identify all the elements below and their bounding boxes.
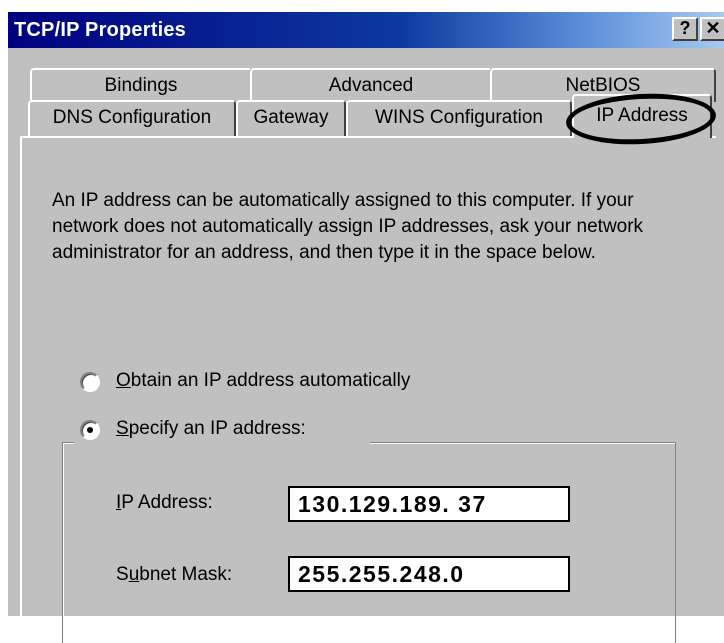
obtain-ip-label[interactable]: Obtain an IP address automatically bbox=[116, 370, 410, 392]
obtain-mnemonic: O bbox=[116, 370, 131, 391]
specify-ip-radio[interactable] bbox=[80, 420, 100, 440]
tab-bindings[interactable]: Bindings bbox=[30, 68, 252, 102]
specify-label-text: pecify an IP address: bbox=[128, 418, 306, 439]
specify-ip-groupbox bbox=[62, 442, 676, 643]
specify-ip-label[interactable]: Specify an IP address: bbox=[116, 418, 306, 440]
tab-ip-address[interactable]: IP Address bbox=[572, 94, 712, 138]
subnet-label-text: bnet Mask: bbox=[139, 564, 233, 585]
subnet-mnemonic: u bbox=[128, 564, 140, 585]
tab-dns-configuration[interactable]: DNS Configuration bbox=[28, 100, 236, 136]
radio-selected-dot bbox=[87, 427, 93, 433]
subnet-mask-label: Subnet Mask: bbox=[116, 564, 232, 586]
tab-gateway[interactable]: Gateway bbox=[236, 100, 346, 136]
subnet-mask-input[interactable]: 255.255.248.0 bbox=[288, 556, 570, 592]
ip-label-text: P Address: bbox=[121, 492, 213, 513]
help-button[interactable]: ? bbox=[672, 17, 698, 41]
subnet-label-pre: S bbox=[116, 564, 129, 585]
ip-address-input[interactable]: 130.129.189. 37 bbox=[288, 486, 570, 522]
close-button[interactable]: ✕ bbox=[700, 17, 724, 41]
tab-advanced[interactable]: Advanced bbox=[250, 68, 492, 102]
specify-mnemonic: S bbox=[116, 418, 129, 439]
ip-address-label: IP Address: bbox=[116, 492, 213, 514]
title-bar[interactable]: TCP/IP Properties ? ✕ bbox=[8, 12, 724, 48]
description-text: An IP address can be automatically assig… bbox=[52, 190, 644, 263]
obtain-ip-radio[interactable] bbox=[80, 372, 100, 392]
window-title: TCP/IP Properties bbox=[14, 19, 186, 41]
obtain-label-text: btain an IP address automatically bbox=[130, 370, 411, 391]
tab-wins-configuration[interactable]: WINS Configuration bbox=[346, 100, 572, 136]
